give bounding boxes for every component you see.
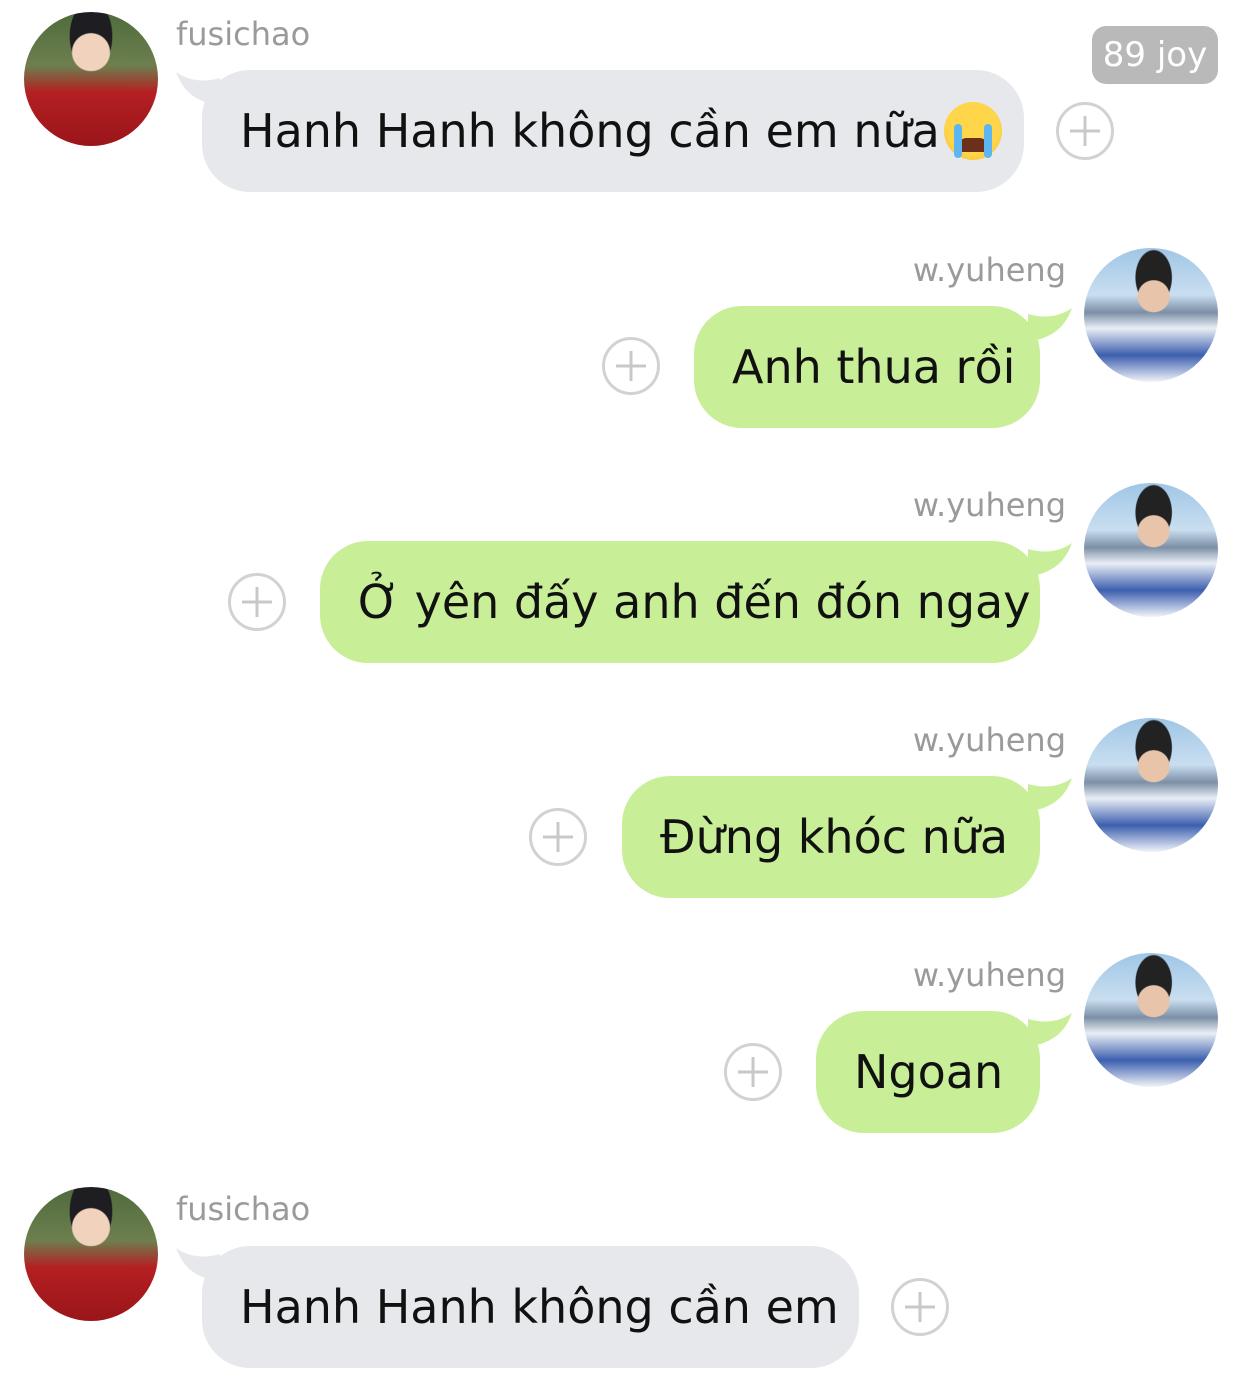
add-reaction-button[interactable] — [724, 1043, 782, 1101]
message-text: Ngoan — [854, 1045, 1004, 1099]
crying-face-icon — [943, 101, 1002, 160]
avatar[interactable] — [1084, 248, 1218, 382]
sender-name: w.yuheng — [912, 721, 1066, 759]
avatar[interactable] — [24, 1187, 158, 1321]
message-text: Ở yên đấy anh đến đón ngay — [358, 575, 1031, 629]
avatar[interactable] — [24, 12, 158, 146]
add-reaction-button[interactable] — [602, 337, 660, 395]
add-reaction-button[interactable] — [1056, 102, 1114, 160]
message-text: Đừng khóc nữa — [660, 810, 1009, 864]
message-text: Hanh Hanh không cần em nữa — [240, 104, 940, 158]
avatar[interactable] — [1084, 953, 1218, 1087]
avatar[interactable] — [1084, 483, 1218, 617]
sender-name: fusichao — [176, 15, 311, 53]
message-bubble[interactable]: Anh thua rồi — [694, 306, 1040, 428]
message-bubble[interactable]: Hanh Hanh không cần em — [202, 1246, 859, 1368]
message-bubble[interactable]: Hanh Hanh không cần em nữa — [202, 70, 1024, 192]
avatar[interactable] — [1084, 718, 1218, 852]
sender-name: w.yuheng — [912, 251, 1066, 289]
sender-name: fusichao — [176, 1190, 311, 1228]
add-reaction-button[interactable] — [529, 808, 587, 866]
sender-name: w.yuheng — [912, 956, 1066, 994]
add-reaction-button[interactable] — [228, 573, 286, 631]
message-bubble[interactable]: Đừng khóc nữa — [622, 776, 1040, 898]
message-bubble[interactable]: Ngoan — [816, 1011, 1040, 1133]
message-bubble[interactable]: Ở yên đấy anh đến đón ngay — [320, 541, 1040, 663]
message-text: Anh thua rồi — [732, 340, 1016, 394]
unread-badge[interactable]: 89 joy — [1092, 26, 1218, 84]
sender-name: w.yuheng — [912, 486, 1066, 524]
add-reaction-button[interactable] — [891, 1278, 949, 1336]
message-text: Hanh Hanh không cần em — [240, 1280, 839, 1334]
